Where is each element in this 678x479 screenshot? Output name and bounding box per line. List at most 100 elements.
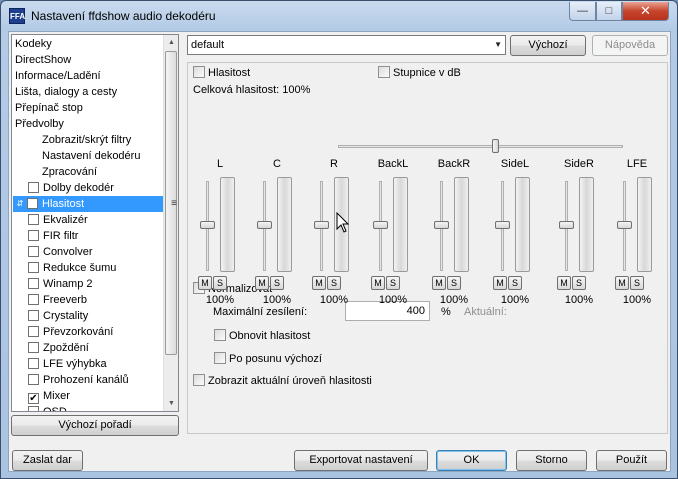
- ok-button[interactable]: OK: [436, 450, 507, 471]
- filter-enable-checkbox[interactable]: [28, 374, 39, 385]
- sidebar-item[interactable]: Crystality: [28, 308, 164, 324]
- sidebar-item[interactable]: Zobrazit/skrýt filtry: [42, 132, 131, 148]
- master-volume-label: Celková hlasitost: 100%: [193, 84, 311, 96]
- sidebar-item[interactable]: Redukce šumu: [28, 260, 164, 276]
- master-volume-slider[interactable]: [338, 139, 623, 153]
- channel-slider-thumb[interactable]: [373, 221, 388, 229]
- filter-enable-checkbox[interactable]: [28, 230, 39, 241]
- close-button[interactable]: ✕: [622, 2, 669, 21]
- grip-icon: ≡: [171, 198, 177, 209]
- mouse-cursor-icon: [336, 212, 350, 233]
- solo-button[interactable]: S: [386, 276, 400, 290]
- channel-slider-thumb[interactable]: [200, 221, 215, 229]
- sidebar-item[interactable]: Předvolby: [15, 116, 64, 132]
- restore-volume-checkbox[interactable]: Obnovit hlasitost: [214, 329, 310, 343]
- sidebar-item[interactable]: Freeverb: [28, 292, 164, 308]
- sidebar-item[interactable]: Informace/Ladění: [15, 68, 101, 84]
- filter-enable-checkbox[interactable]: [28, 342, 39, 353]
- checkbox-box: [214, 352, 226, 364]
- mute-button[interactable]: M: [432, 276, 446, 290]
- solo-button[interactable]: S: [572, 276, 586, 290]
- channel-slider-thumb[interactable]: [314, 221, 329, 229]
- solo-button[interactable]: S: [327, 276, 341, 290]
- sidebar-item[interactable]: OSD: [28, 404, 164, 411]
- help-button[interactable]: Nápověda: [592, 35, 668, 56]
- channel-slider-thumb[interactable]: [434, 221, 449, 229]
- sidebar-item[interactable]: Zpracování: [42, 164, 97, 180]
- apply-button[interactable]: Použít: [596, 450, 667, 471]
- export-settings-button[interactable]: Exportovat nastavení: [294, 450, 428, 471]
- sidebar-item[interactable]: DirectShow: [15, 52, 71, 68]
- filter-enable-checkbox[interactable]: [28, 406, 39, 411]
- mute-button[interactable]: M: [255, 276, 269, 290]
- sidebar-item[interactable]: ✔ Mixer: [28, 388, 164, 404]
- channel-volume-value: 100%: [439, 294, 469, 306]
- restore-volume-label: Obnovit hlasitost: [229, 330, 311, 342]
- filter-enable-checkbox[interactable]: [28, 246, 39, 257]
- sidebar-item[interactable]: Ekvalizér: [28, 212, 164, 228]
- mute-button[interactable]: M: [198, 276, 212, 290]
- sidebar-item[interactable]: Zpoždění: [28, 340, 164, 356]
- preset-value: default: [191, 39, 225, 51]
- filter-enable-checkbox[interactable]: [28, 214, 39, 225]
- maximize-button[interactable]: □: [596, 2, 622, 21]
- show-level-checkbox[interactable]: Zobrazit aktuální úroveň hlasitosti: [193, 374, 372, 388]
- solo-button[interactable]: S: [213, 276, 227, 290]
- solo-button[interactable]: S: [630, 276, 644, 290]
- filter-enable-checkbox[interactable]: [28, 182, 39, 193]
- mute-button[interactable]: M: [371, 276, 385, 290]
- sidebar-item[interactable]: ⇵ ≡ Hlasitost: [13, 196, 177, 212]
- filter-enable-checkbox[interactable]: [27, 198, 38, 209]
- slider-thumb[interactable]: [492, 139, 499, 153]
- preset-default-button[interactable]: Výchozí: [510, 35, 586, 56]
- sidebar-item-label: Redukce šumu: [43, 262, 117, 274]
- volume-enable-checkbox[interactable]: Hlasitost: [193, 66, 250, 80]
- mute-button[interactable]: M: [557, 276, 571, 290]
- filter-enable-checkbox[interactable]: [28, 262, 39, 273]
- channel-name: R: [330, 158, 338, 170]
- mute-button[interactable]: M: [312, 276, 326, 290]
- channel-strip: C M S 100%: [247, 158, 307, 308]
- mute-button[interactable]: M: [493, 276, 507, 290]
- cancel-button[interactable]: Storno: [516, 450, 587, 471]
- mute-button[interactable]: M: [615, 276, 629, 290]
- filter-enable-checkbox[interactable]: [28, 358, 39, 369]
- sidebar-item[interactable]: Dolby dekodér: [28, 180, 164, 196]
- sidebar-item[interactable]: Převzorkování: [28, 324, 164, 340]
- donate-button[interactable]: Zaslat dar: [12, 450, 83, 471]
- channel-slider-thumb[interactable]: [257, 221, 272, 229]
- channel-slider-thumb[interactable]: [559, 221, 574, 229]
- channel-slider-thumb[interactable]: [617, 221, 632, 229]
- solo-button[interactable]: S: [447, 276, 461, 290]
- sidebar-item[interactable]: Lišta, dialogy a cesty: [15, 84, 117, 100]
- solo-button[interactable]: S: [508, 276, 522, 290]
- sidebar-item[interactable]: Convolver: [28, 244, 164, 260]
- solo-button[interactable]: S: [270, 276, 284, 290]
- after-seek-checkbox[interactable]: Po posunu výchozí: [214, 352, 322, 366]
- filter-list[interactable]: ▲ ▼ Kodeky DirectShow Informace/Ladění Lišt…: [11, 34, 179, 412]
- after-seek-label: Po posunu výchozí: [229, 353, 322, 365]
- list-scrollbar[interactable]: ▲ ▼: [163, 35, 178, 411]
- minimize-button[interactable]: —: [569, 2, 596, 21]
- channel-level-meter: [637, 177, 652, 272]
- filter-enable-checkbox[interactable]: [28, 310, 39, 321]
- filter-enable-checkbox[interactable]: ✔: [28, 393, 39, 404]
- filter-enable-checkbox[interactable]: [28, 278, 39, 289]
- sidebar-item[interactable]: LFE výhybka: [28, 356, 164, 372]
- scroll-up-icon[interactable]: ▲: [164, 35, 178, 50]
- sidebar-item[interactable]: Prohození kanálů: [28, 372, 164, 388]
- channel-slider-thumb[interactable]: [495, 221, 510, 229]
- filter-enable-checkbox[interactable]: [28, 326, 39, 337]
- filter-enable-checkbox[interactable]: [28, 294, 39, 305]
- sidebar-item[interactable]: Nastavení dekodéru: [42, 148, 140, 164]
- checkbox-box: [193, 66, 205, 78]
- reset-order-button[interactable]: Výchozí pořadí: [11, 415, 179, 436]
- db-scale-checkbox[interactable]: Stupnice v dB: [378, 66, 461, 80]
- drag-handle-icon[interactable]: ⇵: [13, 196, 27, 212]
- sidebar-item[interactable]: Přepínač stop: [15, 100, 83, 116]
- sidebar-item[interactable]: Kodeky: [15, 36, 52, 52]
- sidebar-item[interactable]: Winamp 2: [28, 276, 164, 292]
- sidebar-item[interactable]: FIR filtr: [28, 228, 164, 244]
- scroll-down-icon[interactable]: ▼: [164, 396, 178, 411]
- preset-combo[interactable]: default ▼: [187, 35, 506, 55]
